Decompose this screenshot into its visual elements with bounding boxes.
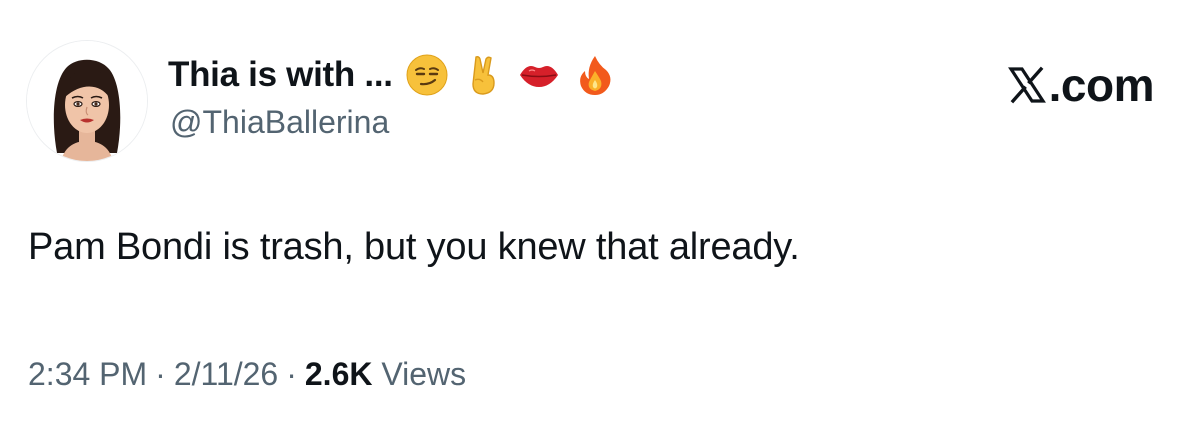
tweet-card: Thia is with ... @ThiaBallerina .com Pam…: [0, 0, 1200, 433]
fire-emoji-icon: [573, 53, 617, 97]
smirk-emoji-icon: [405, 53, 449, 97]
tweet-meta: 2:34 PM · 2/11/26 · 2.6K Views: [28, 356, 466, 393]
victory-hand-emoji-icon: [461, 53, 505, 97]
lips-emoji-icon: [517, 53, 561, 97]
meta-separator: ·: [286, 356, 297, 392]
avatar[interactable]: [26, 40, 148, 162]
views-count[interactable]: 2.6K: [305, 356, 373, 392]
tweet-time[interactable]: 2:34 PM: [28, 356, 147, 392]
brand-label: .com: [1007, 58, 1155, 112]
tweet-text: Pam Bondi is trash, but you knew that al…: [28, 226, 800, 268]
brand-suffix: .com: [1048, 59, 1155, 111]
x-logo-icon: [1007, 65, 1047, 105]
author-name-row: Thia is with ...: [168, 50, 617, 100]
tweet-date[interactable]: 2/11/26: [174, 356, 278, 392]
avatar-illustration-icon: [27, 41, 147, 161]
views-label: Views: [381, 356, 467, 392]
meta-separator: ·: [155, 356, 166, 392]
author-handle[interactable]: @ThiaBallerina: [170, 104, 389, 141]
author-display-name[interactable]: Thia is with ...: [168, 55, 393, 95]
